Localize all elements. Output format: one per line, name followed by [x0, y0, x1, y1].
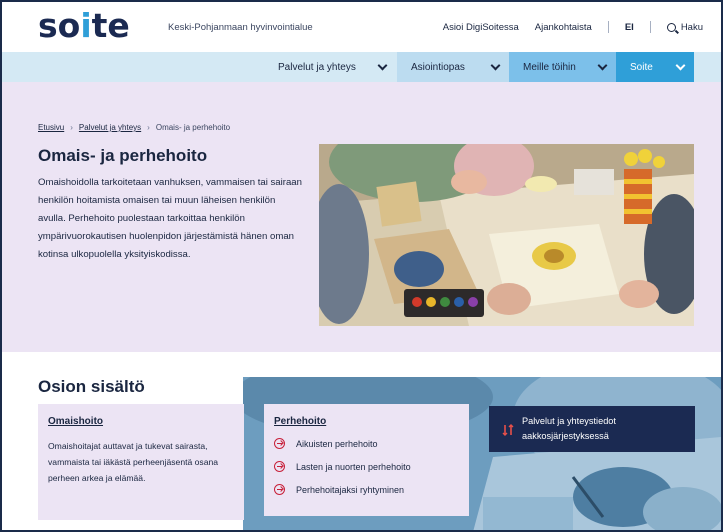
breadcrumb: Etusivu › Palvelut ja yhteys › Omais- ja…	[38, 123, 230, 132]
logo-text-end: te	[91, 6, 130, 45]
section-title: Osion sisältö	[38, 377, 145, 396]
sub-link-label: Perhehoitajaksi ryhtyminen	[296, 484, 405, 495]
nav-item-label: Meille töihin	[523, 61, 576, 73]
perhehoito-link[interactable]: Perhehoito	[274, 416, 326, 427]
nav-item-label: Palvelut ja yhteys	[278, 61, 356, 73]
utility-divider	[607, 21, 609, 33]
digisoite-link[interactable]: Asioi DigiSoitessa	[443, 22, 519, 33]
sort-icon	[502, 424, 514, 436]
soite-logo[interactable]: soite	[38, 6, 130, 46]
sub-link-become-family-carer[interactable]: Perhehoitajaksi ryhtyminen	[274, 484, 404, 495]
omaishoito-description: Omaishoitajat auttavat ja tukevat sairas…	[48, 441, 219, 483]
omaishoito-card: Omaishoito Omaishoitajat auttavat ja tuk…	[38, 404, 244, 520]
hero-section: Etusivu › Palvelut ja yhteys › Omais- ja…	[2, 82, 721, 352]
search-icon	[666, 22, 676, 32]
intro-text: Omaishoidolla tarkoitetaan vanhuksen, va…	[38, 177, 302, 260]
search-label: Haku	[680, 21, 703, 33]
sub-link-adult-family-care[interactable]: Aikuisten perhehoito	[274, 438, 378, 449]
logo-text-accent: i	[80, 6, 92, 45]
nav-item-guide[interactable]: Asiointiopas	[397, 52, 509, 82]
nav-item-label: Asiointiopas	[411, 61, 465, 73]
breadcrumb-home[interactable]: Etusivu	[38, 123, 64, 132]
breadcrumb-separator: ›	[70, 123, 73, 132]
hero-photo	[319, 144, 694, 326]
site-tagline: Keski-Pohjanmaan hyvinvointialue	[168, 22, 313, 33]
utility-nav: Asioi DigiSoitessa Ajankohtaista EI Haku	[427, 21, 703, 33]
chevron-down-icon	[377, 60, 388, 70]
arrow-right-circle-icon	[274, 461, 285, 472]
search-button[interactable]: Haku	[666, 21, 703, 33]
nav-item-careers[interactable]: Meille töihin	[509, 52, 616, 82]
nav-item-label: Soite	[630, 61, 653, 73]
arrow-right-circle-icon	[274, 484, 285, 495]
nav-item-services[interactable]: Palvelut ja yhteys	[264, 52, 396, 82]
site-header: soite Keski-Pohjanmaan hyvinvointialue A…	[2, 2, 721, 52]
nav-end-cap	[694, 52, 721, 82]
breadcrumb-current: Omais- ja perhehoito	[155, 123, 231, 132]
page-frame: soite Keski-Pohjanmaan hyvinvointialue A…	[0, 0, 723, 532]
painting-scene-image	[319, 144, 694, 326]
news-link[interactable]: Ajankohtaista	[535, 22, 592, 33]
perhehoito-card: Perhehoito Aikuisten perhehoito Lasten j…	[264, 404, 469, 516]
language-switch[interactable]: EI	[625, 22, 634, 33]
utility-divider	[649, 21, 651, 33]
arrow-right-circle-icon	[274, 438, 285, 449]
chevron-down-icon	[597, 60, 608, 70]
chevron-down-icon	[490, 60, 501, 70]
services-az-card[interactable]: Palvelut ja yhteystiedot aakkosjärjestyk…	[489, 406, 695, 452]
main-nav: Palvelut ja yhteys Asiointiopas Meille t…	[2, 52, 721, 82]
sub-link-child-family-care[interactable]: Lasten ja nuorten perhehoito	[274, 461, 411, 472]
chevron-down-icon	[675, 60, 686, 70]
breadcrumb-parent[interactable]: Palvelut ja yhteys	[79, 123, 141, 132]
sub-link-label: Aikuisten perhehoito	[296, 438, 378, 449]
logo-text-start: so	[38, 6, 81, 45]
omaishoito-link[interactable]: Omaishoito	[48, 416, 103, 427]
sub-link-label: Lasten ja nuorten perhehoito	[296, 461, 411, 472]
services-az-label: Palvelut ja yhteystiedot aakkosjärjestyk…	[522, 416, 616, 441]
page-title: Omais- ja perhehoito	[38, 146, 208, 165]
breadcrumb-separator: ›	[147, 123, 150, 132]
nav-item-soite[interactable]: Soite	[616, 52, 694, 82]
